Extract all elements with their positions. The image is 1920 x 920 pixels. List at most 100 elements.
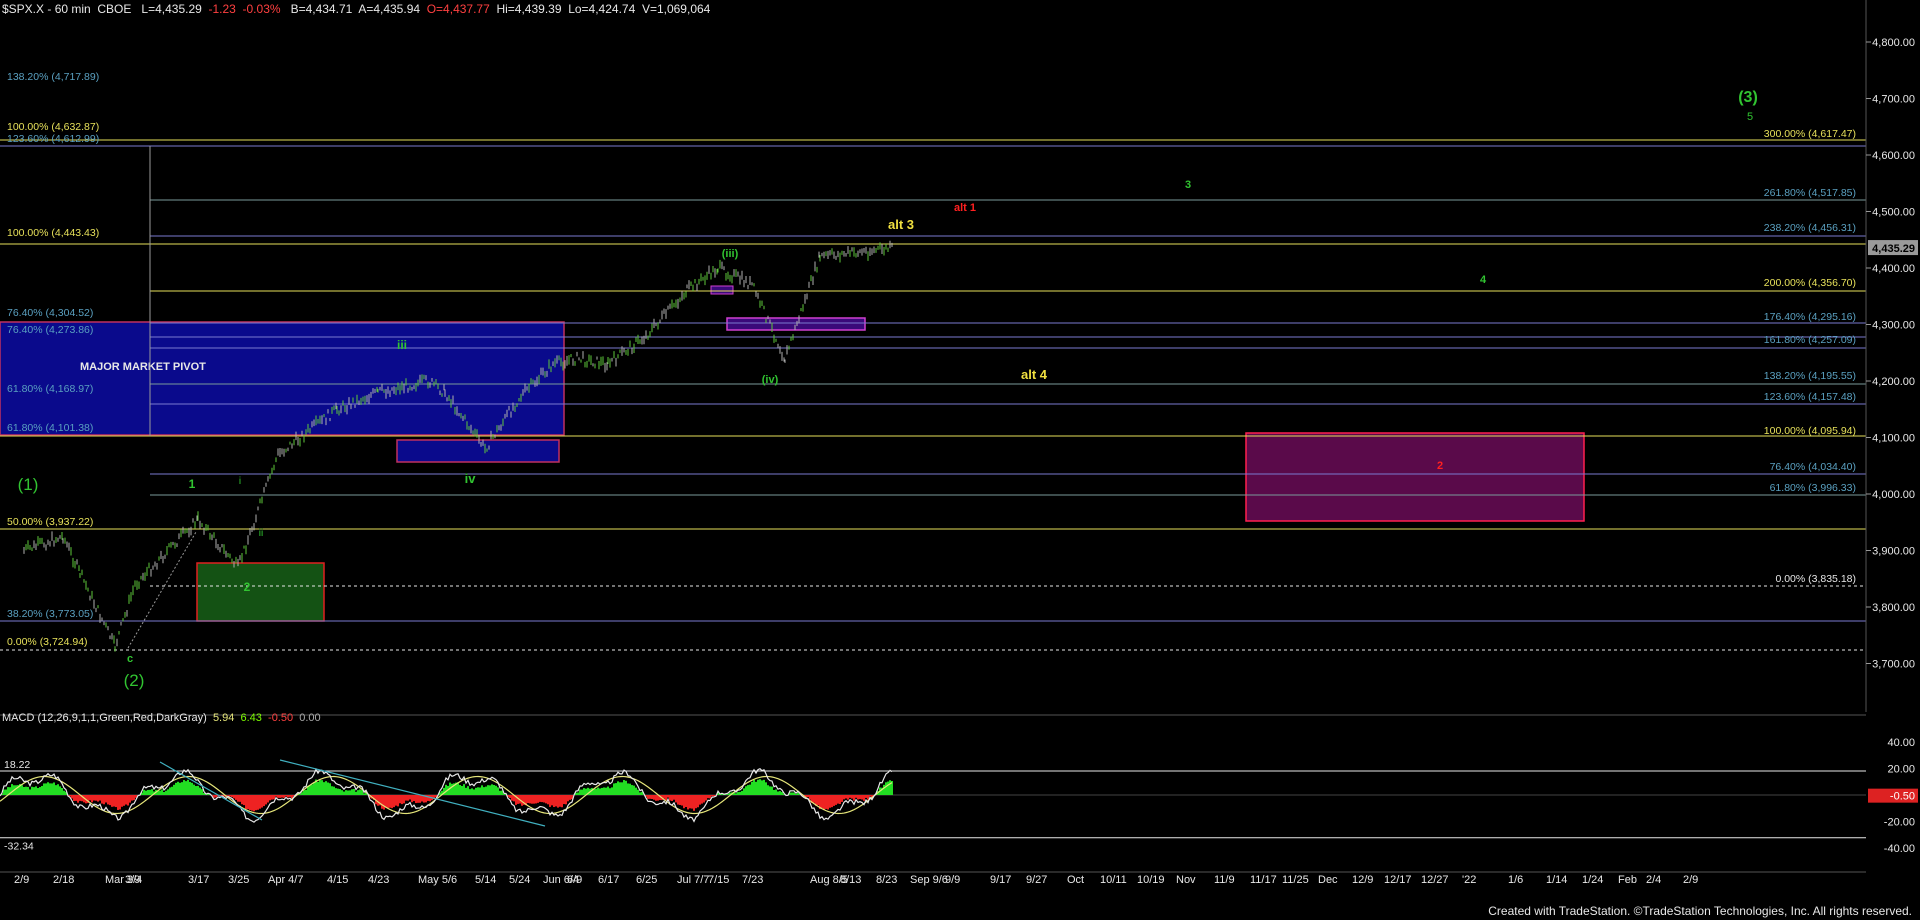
date-tick-label: Sep 9/6 <box>910 874 948 886</box>
wave-label: i <box>239 476 241 487</box>
date-tick-label: May 5/6 <box>418 874 457 886</box>
left-fib-label: 61.80% (4,168.97) <box>7 383 93 395</box>
price-tick-label: 4,800.00 <box>1872 37 1915 49</box>
price-tick-label: 4,400.00 <box>1872 263 1915 275</box>
date-tick-label: 4/23 <box>368 874 389 886</box>
price-tick-label: 4,300.00 <box>1872 320 1915 332</box>
date-tick-label: 10/11 <box>1100 874 1127 886</box>
date-tick-label: 7/23 <box>742 874 763 886</box>
date-tick-label: 1/24 <box>1582 874 1603 886</box>
wave-label: (1) <box>18 475 39 494</box>
price-tick-label: 4,200.00 <box>1872 376 1915 388</box>
open-label: O=4,437.77 <box>426 2 490 16</box>
date-tick-label: 9/9 <box>945 874 960 886</box>
date-tick-label: 3/17 <box>188 874 209 886</box>
wave-2-box <box>196 562 325 622</box>
chart-header: $SPX.X - 60 min CBOE L=4,435.29 -1.23 -0… <box>2 2 710 16</box>
date-tick-label: 11/25 <box>1282 874 1309 886</box>
date-tick-label: Feb <box>1618 874 1637 886</box>
price-tick-label: 3,900.00 <box>1872 546 1915 558</box>
date-tick-label: 6/17 <box>598 874 619 886</box>
bid-label: B=4,434.71 <box>290 2 353 16</box>
hi-label: Hi=4,439.39 <box>496 2 562 16</box>
date-tick-label: 1/6 <box>1508 874 1523 886</box>
wave-label: alt 3 <box>888 217 914 232</box>
right-fib-label: 76.40% (4,034.40) <box>1770 461 1856 473</box>
date-tick-label: Jul 7/7 <box>677 874 709 886</box>
macd-header: MACD (12,26,9,1,1,Green,Red,DarkGray) 5.… <box>2 712 321 724</box>
wave-label: ii <box>259 528 263 539</box>
macd-tick-label: 20.00 <box>1887 764 1915 776</box>
macd-value-4: 0.00 <box>299 712 321 724</box>
left-fib-label: 100.00% (4,632.87) <box>7 121 99 133</box>
price-tick-label: 3,800.00 <box>1872 602 1915 614</box>
wave-label: (3) <box>1738 89 1758 106</box>
date-tick-label: 3/25 <box>228 874 249 886</box>
wave-label: (iv) <box>762 374 779 386</box>
date-tick-label: 7/15 <box>708 874 729 886</box>
lo-label: Lo=4,424.74 <box>568 2 636 16</box>
support-box-iv-2 <box>726 317 866 331</box>
date-tick-label: 2/4 <box>1646 874 1661 886</box>
date-tick-label: Oct <box>1067 874 1084 886</box>
left-fib-label: 50.00% (3,937.22) <box>7 516 93 528</box>
date-tick-label: Apr 4/7 <box>268 874 303 886</box>
wave-label: 4 <box>1480 274 1487 286</box>
date-tick-label: 11/9 <box>1214 874 1235 886</box>
wave-label: (2) <box>124 671 145 690</box>
left-fib-label: 123.60% (4,612.99) <box>7 133 99 145</box>
date-tick-label: Dec <box>1318 874 1338 886</box>
wave-label: c <box>127 653 133 665</box>
left-fib-label: 61.80% (4,101.38) <box>7 422 93 434</box>
date-tick-label: 2/9 <box>14 874 29 886</box>
wave-label: 2 <box>1437 460 1443 472</box>
date-tick-label: '22 <box>1462 874 1476 886</box>
support-box-iv <box>396 439 560 463</box>
date-tick-label: 6/25 <box>636 874 657 886</box>
right-fib-label: 200.00% (4,356.70) <box>1764 277 1856 289</box>
major-pivot-box <box>0 321 565 436</box>
macd-value-1: 5.94 <box>212 712 235 724</box>
price-tick-label: 4,600.00 <box>1872 150 1915 162</box>
wave-label: (iii) <box>722 248 739 260</box>
ask-label: A=4,435.94 <box>358 2 421 16</box>
date-tick-label: 12/17 <box>1384 874 1412 886</box>
wave-label: iv <box>465 471 477 486</box>
right-fib-label: 300.00% (4,617.47) <box>1764 128 1856 140</box>
price-tick-label: 4,700.00 <box>1872 94 1915 106</box>
right-fib-label: 238.20% (4,456.31) <box>1764 222 1856 234</box>
wave-label: 3 <box>1185 179 1191 191</box>
macd-value-3: -0.50 <box>268 712 294 724</box>
date-tick-label: 2/9 <box>1683 874 1698 886</box>
date-tick-label: 2/18 <box>53 874 74 886</box>
date-tick-label: 10/19 <box>1137 874 1165 886</box>
date-tick-label: 11/17 <box>1250 874 1277 886</box>
right-fib-label: 123.60% (4,157.48) <box>1764 391 1856 403</box>
date-tick-label: 8/13 <box>840 874 861 886</box>
macd-last-label: -0.50 <box>1890 791 1915 803</box>
wave-label: 5 <box>1747 111 1753 123</box>
left-fib-label: 76.40% (4,304.52) <box>7 307 93 319</box>
chart-canvas: MAJOR MARKET PIVOT 138.20% (4,717.89) 100… <box>0 0 1920 920</box>
date-tick-label: 12/9 <box>1352 874 1373 886</box>
wave-label: 1 <box>189 477 196 491</box>
copyright-footer: Created with TradeStation. ©TradeStation… <box>1488 904 1912 918</box>
date-tick-label: 4/15 <box>327 874 348 886</box>
left-fib-label: 76.40% (4,273.86) <box>7 324 93 336</box>
last-price-label: 4,435.29 <box>1872 243 1915 255</box>
date-tick-label: 5/14 <box>475 874 496 886</box>
change-label: -1.23 <box>208 2 236 16</box>
date-tick-label: 8/23 <box>876 874 897 886</box>
date-tick-label: 9/17 <box>990 874 1011 886</box>
left-fib-label: 100.00% (4,443.43) <box>7 227 99 239</box>
price-tick-label: 4,000.00 <box>1872 489 1915 501</box>
wave-2-target-box <box>1245 432 1585 522</box>
wave-label: iii <box>397 338 407 352</box>
macd-level-label: 18.22 <box>4 759 30 771</box>
right-fib-label: 61.80% (3,996.33) <box>1770 482 1856 494</box>
small-box-iii <box>710 285 734 295</box>
date-tick-label: 9/27 <box>1026 874 1047 886</box>
date-tick-label: 5/24 <box>509 874 530 886</box>
right-fib-label: 0.00% (3,835.18) <box>1775 573 1856 585</box>
date-tick-label: 12/27 <box>1421 874 1449 886</box>
